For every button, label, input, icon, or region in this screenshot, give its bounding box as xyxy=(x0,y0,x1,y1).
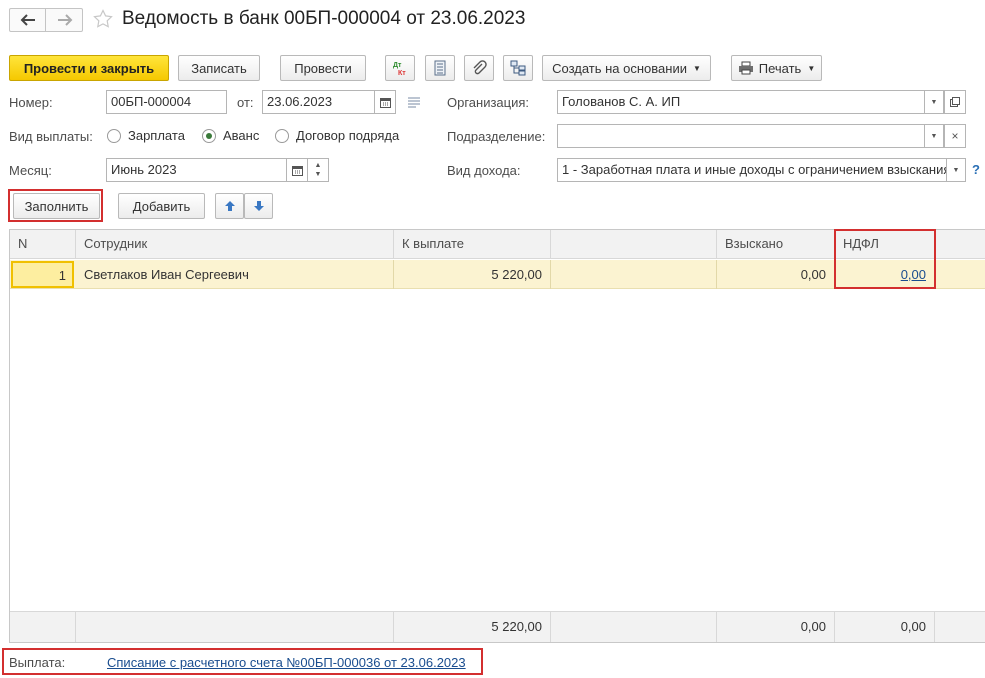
radio-contract-label: Договор подряда xyxy=(296,128,400,143)
month-stepper[interactable]: ▲ ▼ xyxy=(307,158,329,182)
organization-field[interactable]: Голованов С. А. ИП xyxy=(557,90,925,114)
paperclip-icon xyxy=(473,60,487,75)
payment-label: Выплата: xyxy=(9,655,66,670)
number-label: Номер: xyxy=(9,95,53,110)
post-button[interactable]: Провести xyxy=(280,55,366,81)
radio-contract[interactable] xyxy=(275,129,289,143)
svg-text:Кт: Кт xyxy=(398,70,406,77)
subdivision-field[interactable] xyxy=(557,124,925,148)
svg-text:Дт: Дт xyxy=(393,62,402,69)
col-header-to-pay[interactable]: К выплате xyxy=(394,230,551,259)
print-label: Печать xyxy=(758,60,802,76)
total-to-pay-cell: 5 220,00 xyxy=(394,612,551,642)
month-label: Месяц: xyxy=(9,163,52,178)
stepper-up-icon[interactable]: ▲ xyxy=(315,161,322,170)
total-blank-cell xyxy=(551,612,717,642)
create-based-on-button[interactable]: Создать на основании ▼ xyxy=(542,55,711,81)
organization-open-button[interactable] xyxy=(944,90,966,114)
dtkt-icon: Дт Кт xyxy=(393,62,406,77)
total-n-cell xyxy=(10,612,76,642)
col-header-employee[interactable]: Сотрудник xyxy=(76,230,394,259)
organization-label: Организация: xyxy=(447,95,530,110)
blank-cell[interactable] xyxy=(551,260,717,289)
post-and-close-button[interactable]: Провести и закрыть xyxy=(9,55,169,81)
save-button[interactable]: Записать xyxy=(178,55,260,81)
subdivision-label: Подразделение: xyxy=(447,129,546,144)
total-ndfl-cell: 0,00 xyxy=(835,612,935,642)
payment-type-label: Вид выплаты: xyxy=(9,129,93,144)
month-calendar-button[interactable] xyxy=(286,158,308,182)
chevron-down-icon: ▼ xyxy=(807,63,816,73)
document-list-icon xyxy=(434,60,446,76)
to-pay-cell[interactable]: 5 220,00 xyxy=(394,260,551,289)
chevron-down-icon: ▼ xyxy=(930,98,938,106)
structure-button[interactable] xyxy=(503,55,533,81)
arrow-up-icon xyxy=(224,201,235,211)
stepper-down-icon[interactable]: ▼ xyxy=(315,170,322,179)
date-field[interactable]: 23.06.2023 xyxy=(262,90,375,114)
move-up-button[interactable] xyxy=(215,193,244,219)
date-from-label: от: xyxy=(237,95,254,110)
ndfl-link[interactable]: 0,00 xyxy=(901,267,926,282)
payment-document-link[interactable]: Списание с расчетного счета №00БП-000036… xyxy=(107,655,466,670)
total-collected-cell: 0,00 xyxy=(717,612,835,642)
radio-salary-label: Зарплата xyxy=(128,128,185,143)
radio-advance[interactable] xyxy=(202,129,216,143)
organization-dropdown[interactable]: ▼ xyxy=(924,90,944,114)
chevron-down-icon: ▼ xyxy=(930,132,938,140)
ndfl-cell[interactable]: 0,00 xyxy=(835,260,935,289)
col-header-ndfl[interactable]: НДФЛ xyxy=(835,230,935,259)
favorite-star-icon[interactable] xyxy=(93,9,115,31)
print-button[interactable]: Печать ▼ xyxy=(731,55,822,81)
report-button[interactable] xyxy=(425,55,455,81)
close-icon: × xyxy=(951,129,959,143)
total-employee-cell xyxy=(76,612,394,642)
month-field[interactable]: Июнь 2023 xyxy=(106,158,287,182)
help-icon[interactable]: ? xyxy=(972,162,980,177)
forward-arrow-icon[interactable] xyxy=(47,9,83,31)
chevron-down-icon: ▼ xyxy=(952,166,960,174)
number-field[interactable]: 00БП-000004 xyxy=(106,90,227,114)
move-down-button[interactable] xyxy=(244,193,273,219)
col-header-blank[interactable] xyxy=(551,230,717,259)
nav-back-forward xyxy=(9,8,83,32)
row-number-cell[interactable]: 1 xyxy=(11,261,74,288)
back-arrow-icon[interactable] xyxy=(10,9,46,31)
subdivision-dropdown[interactable]: ▼ xyxy=(924,124,944,148)
chevron-down-icon: ▼ xyxy=(692,63,701,73)
income-type-dropdown[interactable]: ▼ xyxy=(946,158,966,182)
arrow-down-icon xyxy=(253,201,264,211)
employee-cell[interactable]: Светлаков Иван Сергеевич xyxy=(76,260,394,289)
create-based-on-label: Создать на основании xyxy=(552,60,687,76)
subdivision-clear-button[interactable]: × xyxy=(944,124,966,148)
col-header-collected[interactable]: Взыскано xyxy=(717,230,835,259)
calendar-button[interactable] xyxy=(374,90,396,114)
window-title: Ведомость в банк 00БП-000004 от 23.06.20… xyxy=(122,8,526,29)
col-header-n[interactable]: N xyxy=(10,230,76,259)
dtkt-button[interactable]: Дт Кт xyxy=(385,55,415,81)
collected-cell[interactable]: 0,00 xyxy=(717,260,835,289)
add-button[interactable]: Добавить xyxy=(118,193,205,219)
comment-lines-icon[interactable] xyxy=(407,96,421,108)
calendar-icon xyxy=(379,97,391,108)
attach-button[interactable] xyxy=(464,55,494,81)
printer-icon xyxy=(738,61,753,75)
radio-advance-label: Аванс xyxy=(223,128,260,143)
fill-button[interactable]: Заполнить xyxy=(13,193,100,219)
open-window-icon xyxy=(950,97,960,107)
calendar-icon xyxy=(291,165,303,176)
table-container xyxy=(9,229,985,643)
radio-salary[interactable] xyxy=(107,129,121,143)
income-type-field[interactable]: 1 - Заработная плата и иные доходы с огр… xyxy=(557,158,948,182)
income-type-label: Вид дохода: xyxy=(447,163,521,178)
structure-icon xyxy=(510,60,526,76)
